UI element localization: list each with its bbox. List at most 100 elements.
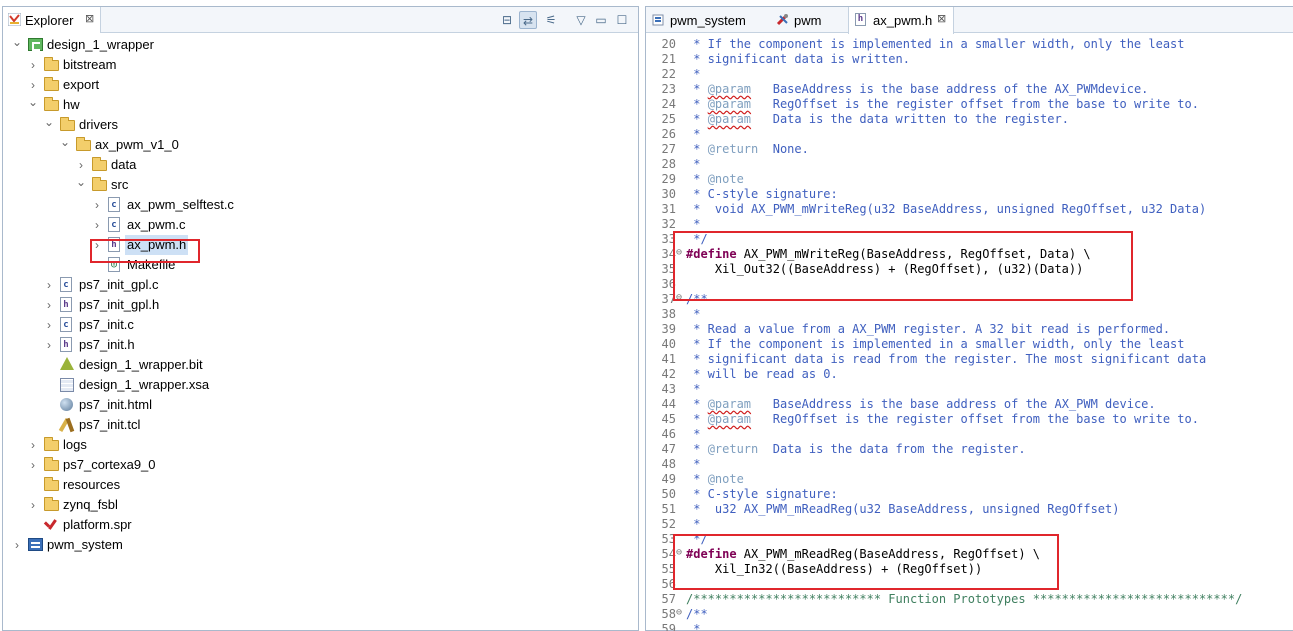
collapse-all-icon[interactable]: ⊟ [498,11,516,29]
tree-item[interactable]: › h ps7_init.h [3,335,633,355]
code-text: * [686,307,701,321]
chevron-down-icon[interactable]: ⌄ [11,35,23,55]
code-text: * [686,517,701,531]
line-number: 57 [661,592,676,606]
chevron-down-icon[interactable]: ⌄ [59,135,71,155]
line-number: 26 [661,127,676,141]
tree-item[interactable]: › c ax_pwm.c [3,215,633,235]
minimize-icon[interactable]: ▭ [592,11,610,29]
chevron-right-icon[interactable]: › [27,55,39,75]
chevron-right-icon[interactable]: › [91,215,103,235]
chevron-right-icon[interactable]: › [43,335,55,355]
chevron-right-icon[interactable]: › [11,535,23,555]
code-line: 30 * C-style signature: [646,187,1286,202]
view-menu-icon[interactable]: ▽ [572,11,590,29]
h-file-icon: h [60,297,72,312]
code-text: * [686,127,701,141]
chevron-right-icon[interactable]: › [75,155,87,175]
platform-spr-icon [44,518,58,532]
code-text: * @param Data is the data written to the… [686,112,1069,126]
folder-icon [44,437,59,451]
bitstream-icon [60,357,74,370]
line-number: 40 [661,337,676,351]
chevron-down-icon[interactable]: ⌄ [27,95,39,115]
tree-item[interactable]: design_1_wrapper.bit [3,355,633,375]
tree-item[interactable]: › zynq_fsbl [3,495,633,515]
chevron-right-icon[interactable]: › [27,75,39,95]
code-line: 45 * @param RegOffset is the register of… [646,412,1286,427]
tree-item[interactable]: ⌄ design_1_wrapper [3,35,633,55]
line-number: 43 [661,382,676,396]
tab-pwm-system[interactable]: pwm_system [646,7,770,33]
tab-explorer[interactable]: Explorer ⊠ [3,7,101,33]
close-icon[interactable]: ⊠ [85,12,94,25]
chevron-right-icon[interactable]: › [43,275,55,295]
code-line: 38 * [646,307,1286,322]
tree-item[interactable]: › pwm_system [3,535,633,555]
tree-item[interactable]: › h ps7_init_gpl.h [3,295,633,315]
chevron-right-icon[interactable]: › [91,195,103,215]
code-text: * [686,67,701,81]
chevron-down-icon[interactable]: ⌄ [75,175,87,195]
tree-item[interactable]: › c ps7_init_gpl.c [3,275,633,295]
tab-pwm[interactable]: pwm [774,7,844,33]
line-number: 30 [661,187,676,201]
line-number: 31 [661,202,676,216]
tree-item-label: ax_pwm_selftest.c [127,197,234,212]
html-icon [60,398,73,411]
tree-item[interactable]: › c ps7_init.c [3,315,633,335]
tree-item[interactable]: platform.spr [3,515,633,535]
tree-item[interactable]: ps7_init.tcl [3,415,633,435]
code-line: 29 * @note [646,172,1286,187]
tree-item[interactable]: › data [3,155,633,175]
project-icon [28,38,43,51]
folder-icon [60,117,75,131]
chevron-right-icon[interactable]: › [27,455,39,475]
tcl-icon [60,418,74,432]
tab-pwm-label: pwm [794,13,822,28]
chevron-right-icon[interactable]: › [43,315,55,335]
explorer-tab-bar: Explorer ⊠ ⊟ ⇄ ⚟ ▽ ▭ ☐ [3,7,638,33]
code-line: 43 * [646,382,1286,397]
tree-item[interactable]: ⌄ drivers [3,115,633,135]
tree-item[interactable]: › ps7_cortexa9_0 [3,455,633,475]
code-line: 27 * @return None. [646,142,1286,157]
tree-item[interactable]: design_1_wrapper.xsa [3,375,633,395]
line-number: 22 [661,67,676,81]
code-text: * significant data is written. [686,52,910,66]
tab-ax-pwm-h[interactable]: h ax_pwm.h ⊠ [848,7,954,34]
line-number: 32 [661,217,676,231]
tree-item[interactable]: › export [3,75,633,95]
folder-icon [76,137,91,151]
tree-item-label: src [111,177,129,192]
line-number: 48 [661,457,676,471]
tree-item[interactable]: ⌄ hw [3,95,633,115]
h-file-icon: h [60,337,72,352]
close-icon[interactable]: ⊠ [937,12,946,25]
code-line: 44 * @param BaseAddress is the base addr… [646,397,1286,412]
filter-icon[interactable]: ⚟ [542,11,560,29]
link-with-editor-icon[interactable]: ⇄ [519,11,537,29]
tree-item[interactable]: › c ax_pwm_selftest.c [3,195,633,215]
chevron-right-icon[interactable]: › [27,495,39,515]
maximize-icon[interactable]: ☐ [613,11,631,29]
tree-item[interactable]: ⌄ ax_pwm_v1_0 [3,135,633,155]
tree-item-label: data [111,157,137,172]
tab-pwm-system-label: pwm_system [670,13,746,28]
tree-item[interactable]: ps7_init.html [3,395,633,415]
tree-item-label: drivers [79,117,119,132]
chevron-right-icon[interactable]: › [27,435,39,455]
c-file-icon: c [60,317,72,332]
tree-item[interactable]: › bitstream [3,55,633,75]
tree-item[interactable]: › logs [3,435,633,455]
fold-toggle-icon[interactable]: ⊖ [676,607,682,618]
code-line: 49 * @note [646,472,1286,487]
system-project-icon [28,538,43,551]
chevron-right-icon[interactable]: › [43,295,55,315]
tree-item[interactable]: resources [3,475,633,495]
tree-item[interactable]: ⌄ src [3,175,633,195]
explorer-panel: Explorer ⊠ ⊟ ⇄ ⚟ ▽ ▭ ☐ ⌄ design_1_wrapper… [2,6,639,631]
chevron-down-icon[interactable]: ⌄ [43,115,55,135]
code-line: 42 * will be read as 0. [646,367,1286,382]
line-number: 44 [661,397,676,411]
